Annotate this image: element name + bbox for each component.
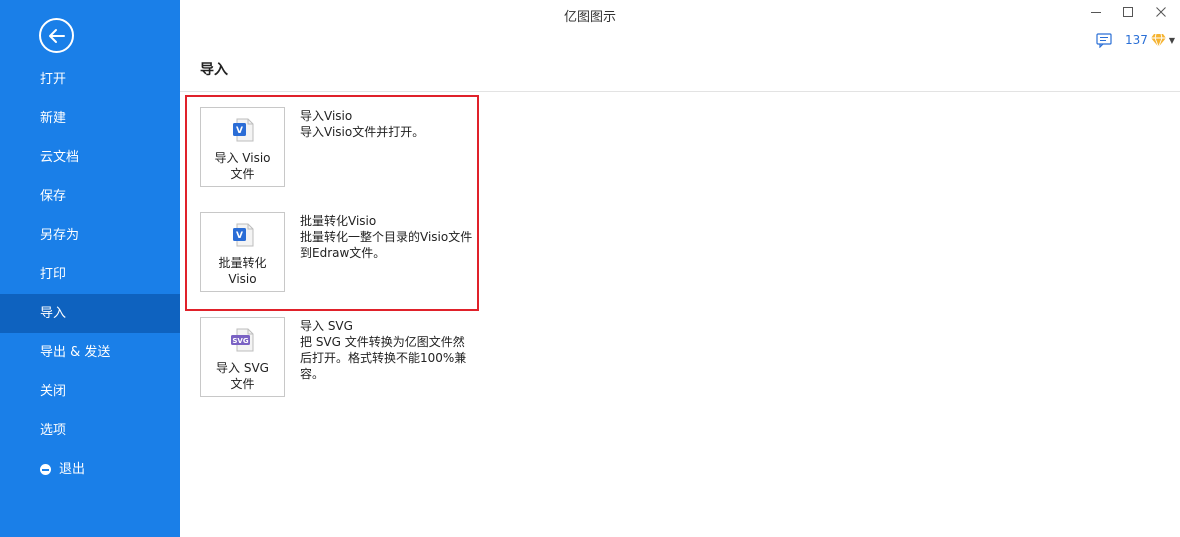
sidebar-item-new[interactable]: 新建 bbox=[0, 99, 180, 138]
tile-label-line2: 文件 bbox=[230, 167, 255, 181]
sidebar: 打开 新建 云文档 保存 另存为 打印 导入 导出 & 发送 关闭 选项 退出 bbox=[0, 0, 180, 537]
sidebar-item-label: 打印 bbox=[40, 267, 67, 282]
sidebar-item-close[interactable]: 关闭 bbox=[0, 372, 180, 411]
sidebar-item-label: 选项 bbox=[40, 423, 67, 438]
sidebar-item-save[interactable]: 保存 bbox=[0, 177, 180, 216]
minimize-icon bbox=[1091, 12, 1101, 13]
sidebar-nav: 打开 新建 云文档 保存 另存为 打印 导入 导出 & 发送 关闭 选项 退出 bbox=[0, 60, 180, 489]
sidebar-item-export-send[interactable]: 导出 & 发送 bbox=[0, 333, 180, 372]
tile-label-line1: 批量转化 bbox=[218, 256, 267, 270]
sidebar-item-label: 导出 & 发送 bbox=[40, 345, 111, 360]
sidebar-item-label: 退出 bbox=[59, 462, 86, 477]
import-visio-description: 导入Visio 导入Visio文件并打开。 bbox=[300, 108, 475, 140]
sidebar-item-print[interactable]: 打印 bbox=[0, 255, 180, 294]
item-title: 批量转化Visio bbox=[300, 214, 377, 228]
item-description: 把 SVG 文件转换为亿图文件然后打开。格式转换不能100%兼容。 bbox=[300, 335, 467, 381]
diamond-icon[interactable] bbox=[1150, 33, 1167, 48]
tile-label-line1: 导入 SVG bbox=[216, 361, 269, 375]
import-svg-button[interactable]: SVG 导入 SVG 文件 bbox=[200, 317, 285, 397]
sidebar-item-save-as[interactable]: 另存为 bbox=[0, 216, 180, 255]
chevron-down-icon[interactable]: ▼ bbox=[1169, 36, 1175, 45]
item-title: 导入Visio bbox=[300, 109, 353, 123]
sidebar-item-label: 云文档 bbox=[40, 150, 80, 165]
header-divider bbox=[180, 91, 1180, 92]
sidebar-item-exit[interactable]: 退出 bbox=[0, 450, 180, 489]
user-area: 137 ▼ bbox=[1096, 30, 1175, 50]
sidebar-item-options[interactable]: 选项 bbox=[0, 411, 180, 450]
import-svg-description: 导入 SVG 把 SVG 文件转换为亿图文件然后打开。格式转换不能100%兼容。 bbox=[300, 318, 475, 382]
svg-file-icon: SVG bbox=[230, 327, 256, 353]
sidebar-item-label: 导入 bbox=[40, 306, 67, 321]
close-button[interactable] bbox=[1146, 2, 1176, 22]
sidebar-item-open[interactable]: 打开 bbox=[0, 60, 180, 99]
maximize-button[interactable] bbox=[1113, 2, 1143, 22]
sidebar-item-label: 保存 bbox=[40, 189, 67, 204]
sidebar-item-label: 打开 bbox=[40, 72, 67, 87]
back-button[interactable] bbox=[39, 18, 74, 53]
visio-file-icon: V bbox=[230, 222, 256, 248]
svg-badge: SVG bbox=[232, 337, 248, 345]
item-description: 批量转化一整个目录的Visio文件到Edraw文件。 bbox=[300, 230, 473, 260]
tile-label-line2: Visio bbox=[228, 272, 257, 286]
points-count[interactable]: 137 bbox=[1125, 33, 1148, 47]
sidebar-item-import[interactable]: 导入 bbox=[0, 294, 180, 333]
visio-badge: V bbox=[236, 126, 243, 136]
minimize-button[interactable] bbox=[1081, 2, 1111, 22]
window-title: 亿图图示 bbox=[563, 10, 616, 25]
sidebar-item-label: 关闭 bbox=[40, 384, 67, 399]
close-icon bbox=[1156, 7, 1166, 17]
batch-convert-visio-button[interactable]: V 批量转化 Visio bbox=[200, 212, 285, 292]
tile-label: 导入 Visio 文件 bbox=[203, 150, 283, 182]
item-description: 导入Visio文件并打开。 bbox=[300, 125, 425, 139]
page-title: 导入 bbox=[200, 62, 228, 78]
visio-badge: V bbox=[236, 231, 243, 241]
import-visio-button[interactable]: V 导入 Visio 文件 bbox=[200, 107, 285, 187]
tile-label-line1: 导入 Visio bbox=[214, 151, 271, 165]
visio-file-icon: V bbox=[230, 117, 256, 143]
batch-convert-visio-description: 批量转化Visio 批量转化一整个目录的Visio文件到Edraw文件。 bbox=[300, 213, 475, 261]
sidebar-item-label: 新建 bbox=[40, 111, 67, 126]
arrow-left-icon bbox=[48, 28, 65, 43]
minus-circle-icon bbox=[40, 464, 51, 475]
sidebar-item-cloud-docs[interactable]: 云文档 bbox=[0, 138, 180, 177]
sidebar-item-label: 另存为 bbox=[40, 228, 80, 243]
tile-label-line2: 文件 bbox=[230, 377, 255, 391]
maximize-icon bbox=[1123, 7, 1133, 17]
tile-label: 批量转化 Visio bbox=[203, 255, 283, 287]
tile-label: 导入 SVG 文件 bbox=[203, 360, 283, 392]
message-icon[interactable] bbox=[1096, 32, 1112, 48]
item-title: 导入 SVG bbox=[300, 319, 353, 333]
